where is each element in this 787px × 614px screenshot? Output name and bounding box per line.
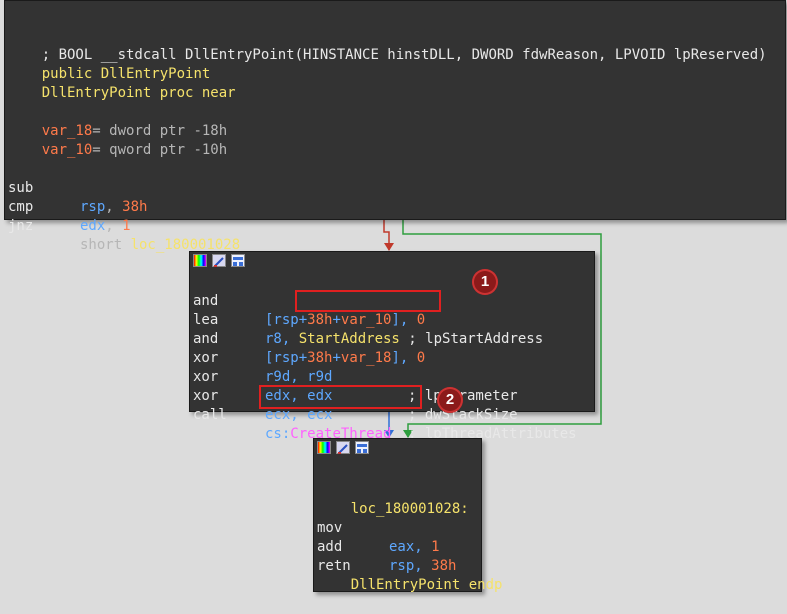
- instruction-retn[interactable]: retn: [314, 538, 481, 574]
- callout-marker-1: 1: [472, 269, 498, 295]
- edge-false-arrowhead: [384, 243, 394, 251]
- var-10-line: var_10= qword ptr -10h: [8, 122, 227, 158]
- operand-edx: edx: [80, 218, 106, 234]
- edit-pencil-icon[interactable]: [212, 254, 226, 267]
- proc-line: DllEntryPoint proc near: [8, 65, 236, 101]
- operand-short: short: [80, 237, 131, 253]
- proc-keyword: proc near: [159, 85, 236, 101]
- segment-prefix: cs:: [265, 426, 291, 442]
- instruction-cmp[interactable]: cmp edx, 1: [5, 179, 785, 234]
- operand-sep: ,: [105, 218, 123, 234]
- instruction-add[interactable]: add rsp, 38h: [314, 519, 481, 574]
- public-line: public DllEntryPoint: [8, 46, 211, 82]
- var-10-definition: = qword ptr -10h: [92, 142, 228, 158]
- endp-keyword: endp: [460, 577, 503, 593]
- highlight-start-address: [295, 290, 441, 312]
- edit-pencil-icon[interactable]: [336, 441, 350, 454]
- mnemonic-call: call: [193, 407, 227, 423]
- var-10-name[interactable]: var_10: [42, 142, 93, 158]
- instruction-and-var18[interactable]: and [rsp+38h+var_18], 0: [190, 311, 594, 366]
- top-code-block[interactable]: ; BOOL __stdcall DllEntryPoint(HINSTANCE…: [4, 0, 786, 253]
- highlight-create-thread: [259, 385, 422, 409]
- instruction-xor-r9d[interactable]: xor r9d, r9d ; lpParameter: [190, 330, 594, 404]
- mnemonic-jnz: jnz: [8, 218, 34, 234]
- endp-symbol[interactable]: DllEntryPoint: [351, 577, 461, 593]
- comment-dwstacksize: ; dwStackSize: [408, 407, 518, 423]
- location-label-line: loc_180001028:: [317, 481, 469, 517]
- instruction-xor-edx[interactable]: xor edx, edx ; dwStackSize: [190, 349, 594, 423]
- instruction-mov[interactable]: mov eax, 1: [314, 500, 481, 555]
- operand-1: 1: [122, 218, 131, 234]
- signature-comment-line: ; BOOL __stdcall DllEntryPoint(HINSTANCE…: [8, 27, 767, 63]
- instruction-sub[interactable]: sub rsp, 38h: [5, 160, 785, 215]
- instruction-jnz[interactable]: jnz short loc_180001028: [5, 198, 785, 253]
- callout-marker-2: 2: [437, 387, 463, 413]
- var-18-line: var_18= dword ptr -18h: [8, 103, 227, 139]
- color-palette-icon[interactable]: [193, 254, 207, 267]
- graph-view-icon[interactable]: [355, 441, 369, 454]
- proc-symbol[interactable]: DllEntryPoint: [42, 85, 152, 101]
- color-palette-icon[interactable]: [317, 441, 331, 454]
- graph-view-icon[interactable]: [231, 254, 245, 267]
- endp-line: DllEntryPoint endp: [317, 557, 503, 593]
- bottom-code-block[interactable]: loc_180001028: mov eax, 1 add rsp, 38h r…: [313, 438, 502, 593]
